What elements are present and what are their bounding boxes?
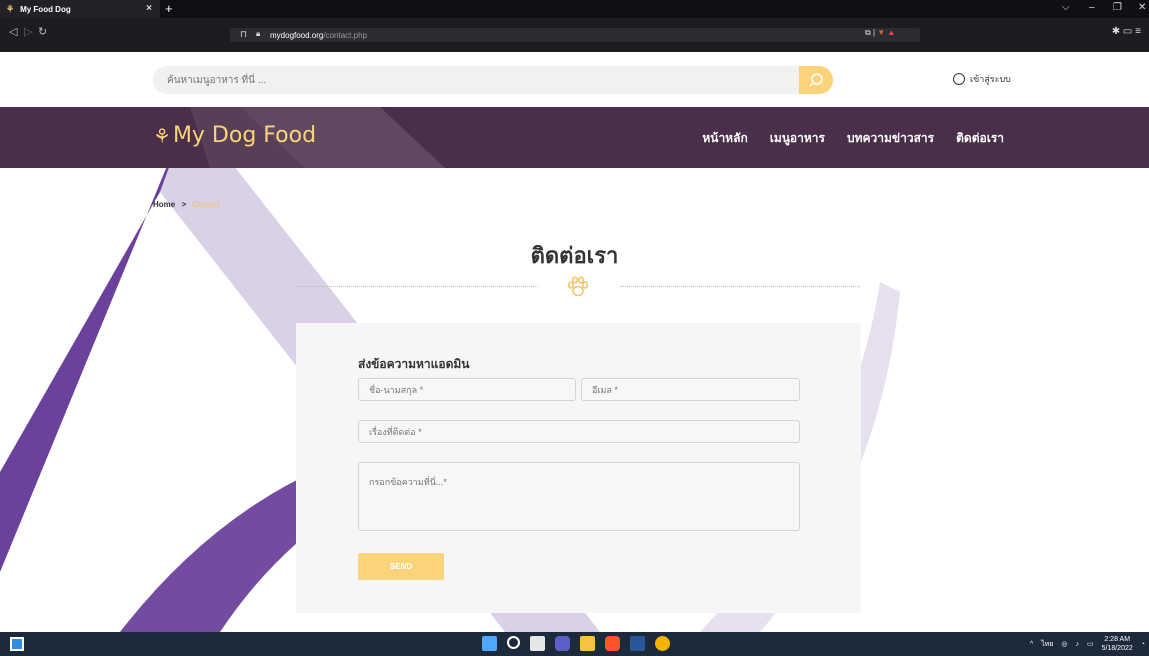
search-input[interactable] <box>153 66 793 94</box>
back-icon[interactable]: ◁ <box>9 25 17 38</box>
word-icon[interactable] <box>630 636 645 651</box>
subject-field[interactable] <box>358 420 800 443</box>
minimize-button[interactable]: – <box>1089 2 1095 13</box>
tab-search-icon[interactable]: ⌵ <box>1062 2 1070 13</box>
dog-logo-icon: ⚘ <box>153 123 171 148</box>
nav-item-articles[interactable]: บทความข่าวสาร <box>847 129 934 148</box>
message-textarea[interactable] <box>358 462 800 531</box>
login-label: เข้าสู่ระบบ <box>970 74 1011 84</box>
title-divider-right <box>620 286 860 287</box>
paw-icon <box>567 276 589 297</box>
clock[interactable]: 2:28 AM 5/18/2022 <box>1102 635 1133 653</box>
taskbar-apps <box>482 636 670 651</box>
tab-close-button[interactable]: × <box>146 3 152 14</box>
chat-icon[interactable] <box>555 636 570 651</box>
breadcrumb-current: Contact <box>192 200 220 209</box>
language-indicator[interactable]: ไทย <box>1041 639 1053 650</box>
dog-logo-icon: ⚘ <box>6 3 15 14</box>
tab-title: My Food Dog <box>20 4 71 14</box>
system-tray: ^ ไทย ◎ ♪ ▭ 2:28 AM 5/18/2022 ◔ <box>1030 635 1145 653</box>
battery-icon[interactable]: ▭ <box>1087 640 1094 648</box>
widgets-icon[interactable] <box>10 637 24 651</box>
browser-tab[interactable]: ⚘ My Food Dog × <box>0 0 160 18</box>
search-bar <box>153 66 833 94</box>
forward-icon[interactable]: ▷ <box>24 25 32 38</box>
nav-item-contact[interactable]: ติดต่อเรา <box>956 129 1004 148</box>
wallet-icon[interactable]: ▭ <box>1123 26 1132 37</box>
brave-browser-icon[interactable] <box>605 636 620 651</box>
brand-name: My Dog Food <box>172 123 317 148</box>
site-logo[interactable]: ⚘ My Dog Food <box>153 123 316 148</box>
volume-icon[interactable]: ♪ <box>1075 641 1079 648</box>
maximize-button[interactable]: ❐ <box>1113 2 1122 13</box>
url-actions: ⧉ | ▼ ▲ <box>865 28 896 37</box>
file-explorer-icon[interactable] <box>580 636 595 651</box>
form-title: ส่งข้อความหาแอดมิน <box>358 357 470 371</box>
menu-icon[interactable]: ≡ <box>1135 26 1141 37</box>
share-icon[interactable]: ⧉ <box>865 28 871 37</box>
notifications-icon[interactable]: ◔ <box>1141 641 1145 648</box>
page-title: ติดต่อเรา <box>530 243 619 268</box>
chevron-right-icon: > <box>181 200 187 209</box>
close-window-button[interactable]: ✕ <box>1138 2 1146 13</box>
send-button[interactable]: SEND <box>358 553 444 580</box>
lock-icon[interactable]: 🔒︎ <box>256 29 260 39</box>
search-icon[interactable] <box>507 636 520 649</box>
title-divider-left <box>298 286 538 287</box>
url-path: /contact.php <box>323 30 367 40</box>
reload-icon[interactable]: ↻ <box>38 25 47 38</box>
email-field[interactable] <box>581 378 800 401</box>
windows-taskbar: ^ ไทย ◎ ♪ ▭ 2:28 AM 5/18/2022 ◔ <box>0 632 1149 656</box>
clock-date: 5/18/2022 <box>1101 645 1133 652</box>
web-page: เข้าสู่ระบบ ⚘ My Dog Food หน้าหลัก เมนูอ… <box>0 52 1149 632</box>
wifi-icon[interactable]: ◎ <box>1061 640 1067 648</box>
extensions-icon[interactable]: ✱ <box>1112 26 1120 37</box>
task-view-icon[interactable] <box>530 636 545 651</box>
site-header: ⚘ My Dog Food หน้าหลัก เมนูอาหาร บทความข… <box>0 107 1149 168</box>
start-icon[interactable] <box>482 636 497 651</box>
nav-item-menu[interactable]: เมนูอาหาร <box>770 129 825 148</box>
login-link[interactable]: เข้าสู่ระบบ <box>953 72 1011 86</box>
user-icon <box>953 73 965 85</box>
brave-shield-icon[interactable]: ▼ <box>877 28 885 37</box>
bookmark-icon[interactable]: ⊓ <box>240 29 247 40</box>
search-button[interactable] <box>799 66 833 94</box>
breadcrumb: Home > Contact <box>153 200 220 209</box>
chrome-icon[interactable] <box>655 636 670 651</box>
new-tab-button[interactable]: + <box>165 1 173 16</box>
search-icon <box>809 73 823 87</box>
chevron-up-icon[interactable]: ^ <box>1030 641 1033 648</box>
nav-item-home[interactable]: หน้าหลัก <box>702 129 747 148</box>
contact-form: ส่งข้อความหาแอดมิน SEND <box>296 323 861 613</box>
address-bar[interactable]: ⊓ 🔒︎ mydogfood.org/contact.php <box>230 28 920 42</box>
browser-toolbar: ◁ ▷ ↻ ⊓ 🔒︎ mydogfood.org/contact.php ⧉ |… <box>0 18 1149 52</box>
browser-tab-bar: ⚘ My Food Dog × + ⌵ – ❐ ✕ <box>0 0 1149 18</box>
url-host: mydogfood.org <box>270 30 324 40</box>
extension-icons: ✱ ▭ ≡ <box>1112 26 1141 37</box>
clock-time: 2:28 AM <box>1104 636 1131 643</box>
main-nav: หน้าหลัก เมนูอาหาร บทความข่าวสาร ติดต่อเ… <box>702 129 1004 148</box>
brave-rewards-icon[interactable]: ▲ <box>887 28 895 37</box>
name-field[interactable] <box>358 378 576 401</box>
breadcrumb-home[interactable]: Home <box>153 200 175 209</box>
